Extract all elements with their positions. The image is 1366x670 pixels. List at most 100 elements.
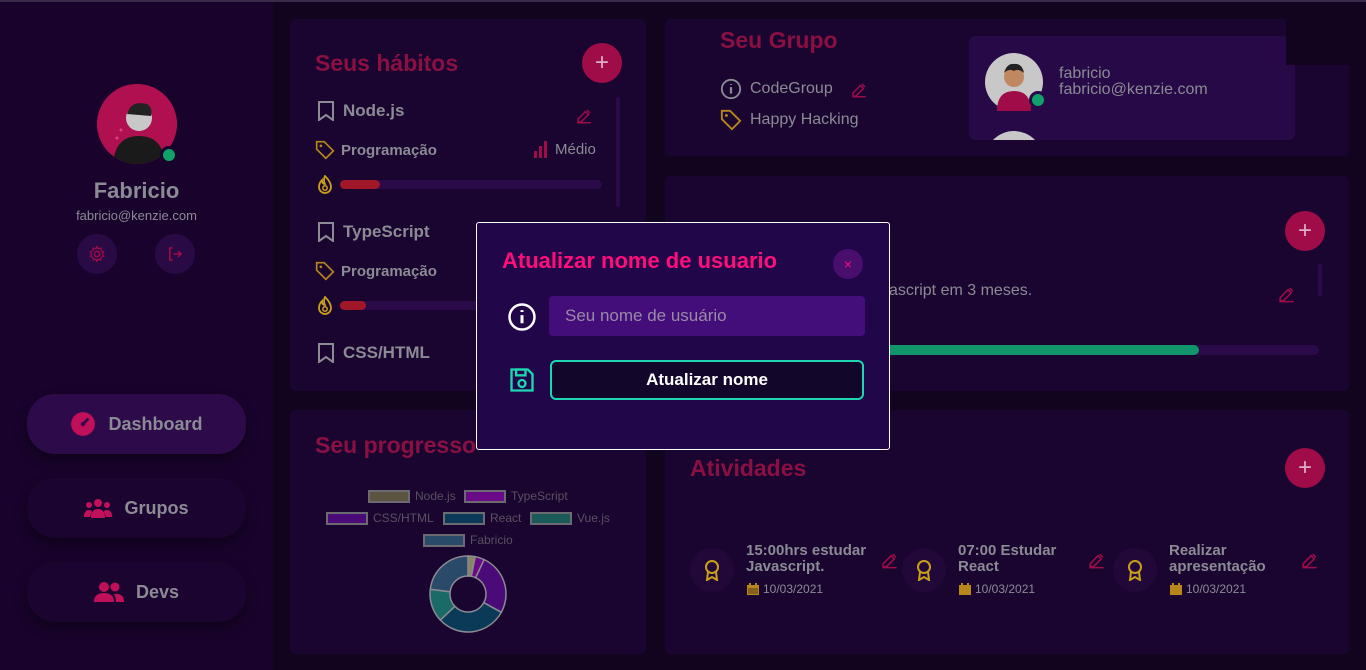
- habit-progress-fill: [340, 301, 366, 310]
- habit-difficulty: Médio: [533, 140, 596, 158]
- fire-icon: [318, 175, 332, 194]
- group-member-card[interactable]: fabricio fabricio@kenzie.com: [969, 36, 1295, 140]
- edit-icon[interactable]: [1300, 551, 1319, 570]
- close-button[interactable]: ×: [833, 249, 863, 279]
- profile-avatar: [97, 84, 178, 164]
- gauge-icon: [71, 412, 96, 436]
- edit-icon[interactable]: [575, 107, 593, 125]
- progress-title: Seu progresso: [315, 432, 477, 458]
- legend-item[interactable]: React: [443, 511, 521, 525]
- signal-bars-icon: [534, 141, 547, 158]
- add-goal-button[interactable]: +: [1285, 211, 1325, 251]
- habit-name: Node.js: [343, 101, 405, 120]
- legend-item[interactable]: Node.js: [368, 489, 456, 503]
- fire-icon: [318, 296, 332, 315]
- habit-category: Programação: [315, 261, 437, 281]
- settings-button[interactable]: [77, 234, 117, 274]
- member-avatar: [985, 131, 1043, 140]
- user-friends-icon: [93, 582, 124, 602]
- activity-title: Realizar apresentação: [1169, 542, 1266, 575]
- habit-item-csshtml: CSS/HTML: [317, 343, 430, 363]
- gear-icon: [89, 245, 105, 263]
- activity-date: 10/03/2021: [1170, 582, 1246, 596]
- logout-button[interactable]: [155, 234, 195, 274]
- award-icon: [1128, 560, 1142, 581]
- nav-grupos-label: Grupos: [124, 497, 189, 518]
- activities-title: Atividades: [690, 455, 807, 481]
- legend-item[interactable]: Fabricio: [423, 533, 513, 547]
- nav-dashboard[interactable]: Dashboard: [27, 394, 246, 454]
- update-name-button[interactable]: Atualizar nome: [550, 360, 864, 400]
- legend-item[interactable]: CSS/HTML: [326, 511, 434, 525]
- group-title: Seu Grupo: [720, 27, 838, 53]
- bookmark-icon: [318, 222, 334, 242]
- modal-title: Atualizar nome de usuario: [502, 248, 778, 273]
- plus-icon: +: [594, 49, 609, 76]
- close-icon: ×: [843, 256, 853, 272]
- habits-scrollbar[interactable]: [616, 97, 620, 207]
- logout-icon: [169, 247, 183, 261]
- habit-item-nodejs: Node.js: [317, 101, 404, 121]
- group-name: CodeGroup: [720, 78, 833, 100]
- activity-badge: [690, 548, 734, 592]
- plus-icon: +: [1297, 454, 1312, 481]
- member-avatar: [985, 53, 1047, 111]
- nav-grupos[interactable]: Grupos: [27, 478, 246, 538]
- edit-icon[interactable]: [880, 551, 899, 570]
- progress-donut-chart: [429, 555, 507, 633]
- bookmark-icon: [318, 343, 334, 363]
- info-icon: [508, 303, 536, 331]
- profile-name: Fabricio: [93, 178, 180, 203]
- activity-date: 10/03/2021: [959, 582, 1035, 596]
- activity-date: 10/03/2021: [747, 582, 823, 596]
- member-email: fabricio@kenzie.com: [1059, 81, 1208, 98]
- calendar-icon: [747, 583, 759, 595]
- habits-title: Seus hábitos: [315, 50, 459, 76]
- legend-item[interactable]: Vue.js: [530, 511, 610, 525]
- edit-icon[interactable]: [850, 81, 868, 99]
- nav-devs[interactable]: Devs: [27, 562, 246, 622]
- group-card-gap: [1286, 19, 1349, 65]
- add-habit-button[interactable]: +: [582, 43, 622, 83]
- calendar-icon: [959, 583, 971, 595]
- bookmark-icon: [318, 101, 334, 121]
- online-status-icon: [160, 146, 178, 164]
- group-tag: Happy Hacking: [720, 109, 859, 131]
- donut-slice-fabricio: [429, 555, 469, 593]
- calendar-icon: [1170, 583, 1182, 595]
- habit-progress-fill: [340, 180, 380, 189]
- goal-progress-bar: [825, 345, 1319, 355]
- legend-item[interactable]: TypeScript: [464, 489, 568, 503]
- habit-name: CSS/HTML: [343, 343, 430, 362]
- username-input[interactable]: [549, 296, 865, 336]
- activity-title: 07:00 Estudar React: [958, 542, 1057, 575]
- award-icon: [705, 560, 719, 581]
- edit-icon[interactable]: [1277, 285, 1296, 304]
- nav-devs-label: Devs: [135, 581, 180, 602]
- edit-icon[interactable]: [1087, 551, 1106, 570]
- activity-title: 15:00hrs estudar Javascript.: [746, 542, 867, 575]
- goals-scrollbar[interactable]: [1318, 264, 1322, 296]
- profile-email: fabricio@kenzie.com: [76, 208, 197, 223]
- add-activity-button[interactable]: +: [1285, 448, 1325, 488]
- sidebar: Fabricio fabricio@kenzie.com Dashboard G…: [0, 2, 273, 670]
- info-icon: [720, 78, 742, 100]
- donut-slice-css-html: [474, 558, 507, 614]
- users-group-icon: [84, 499, 113, 518]
- online-status-icon: [1029, 91, 1047, 109]
- tag-icon: [315, 140, 335, 160]
- award-icon: [917, 560, 931, 581]
- habit-progress-bar: [340, 180, 602, 189]
- member-name: fabricio: [1059, 65, 1111, 82]
- habit-category: Programação: [315, 140, 437, 160]
- update-username-modal: Atualizar nome de usuario × Atualizar no…: [476, 222, 890, 450]
- activity-badge: [1113, 548, 1157, 592]
- habit-item-typescript: TypeScript: [317, 222, 430, 242]
- activity-badge: [902, 548, 946, 592]
- save-icon: [510, 368, 534, 392]
- plus-icon: +: [1297, 217, 1312, 244]
- nav-dashboard-label: Dashboard: [108, 413, 203, 434]
- habit-name: TypeScript: [343, 222, 430, 241]
- tag-icon: [315, 261, 335, 281]
- tag-icon: [720, 109, 742, 131]
